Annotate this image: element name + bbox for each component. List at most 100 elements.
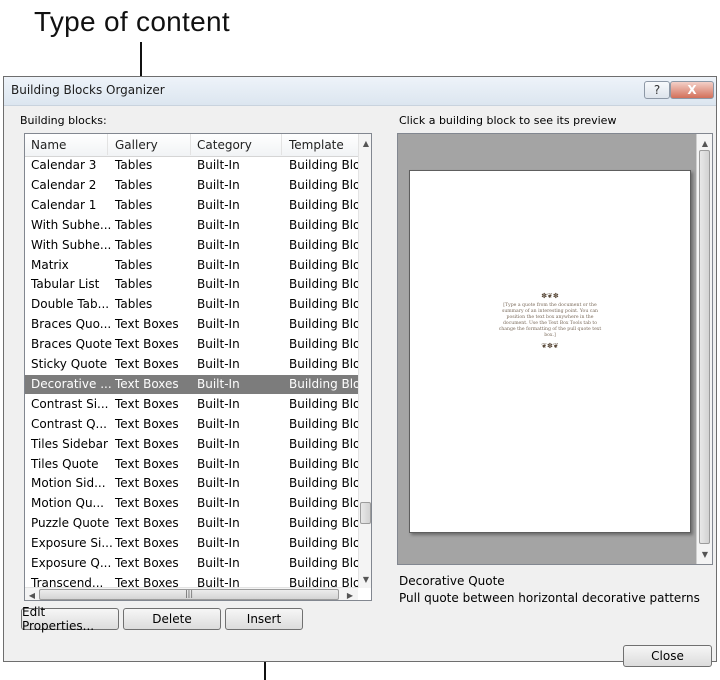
cell-gallery: Tables bbox=[115, 217, 153, 232]
table-row[interactable]: Tiles Sidebar Text Boxes Built-In Building … bbox=[25, 435, 371, 454]
cell-name: With Subhe... bbox=[31, 237, 112, 252]
cell-name: Double Tab... bbox=[31, 297, 110, 312]
cell-gallery: Text Boxes bbox=[115, 337, 179, 352]
cell-gallery: Text Boxes bbox=[115, 536, 179, 551]
cell-gallery: Tables bbox=[115, 277, 153, 292]
cell-name: Tiles Sidebar bbox=[31, 436, 108, 451]
cell-category: Built-In bbox=[197, 396, 240, 411]
cell-gallery: Tables bbox=[115, 237, 153, 252]
preview-scroll-up-icon[interactable]: ▲ bbox=[698, 136, 712, 150]
cell-gallery: Text Boxes bbox=[115, 456, 179, 471]
cell-gallery: Text Boxes bbox=[115, 516, 179, 531]
cell-category: Built-In bbox=[197, 177, 240, 192]
edit-properties-button[interactable]: Edit Properties... bbox=[21, 605, 119, 633]
insert-button[interactable]: Insert bbox=[225, 608, 303, 630]
column-header-gallery[interactable]: Gallery bbox=[115, 138, 158, 152]
list-vertical-scrollbar[interactable]: ▲ ▼ bbox=[358, 134, 371, 588]
table-row[interactable]: With Subhe... Tables Built-In Building Blo.… bbox=[25, 216, 371, 235]
table-row[interactable]: Contrast Si... Text Boxes Built-In Building… bbox=[25, 395, 371, 414]
table-row[interactable]: Tiles Quote Text Boxes Built-In Building Bl… bbox=[25, 455, 371, 474]
scroll-down-arrow-icon[interactable]: ▼ bbox=[359, 572, 371, 586]
column-header-category[interactable]: Category bbox=[197, 138, 252, 152]
cell-category: Built-In bbox=[197, 357, 240, 371]
cell-category: Built-In bbox=[197, 297, 240, 312]
preview-scroll-down-icon[interactable]: ▼ bbox=[698, 547, 712, 561]
cell-name: Contrast Q... bbox=[31, 416, 107, 431]
cell-gallery: Text Boxes bbox=[115, 317, 179, 332]
cell-gallery: Text Boxes bbox=[115, 357, 179, 371]
cell-name: Decorative ... bbox=[31, 376, 112, 391]
cell-category: Built-In bbox=[197, 217, 240, 232]
cell-category: Built-In bbox=[197, 456, 240, 471]
cell-name: Motion Sid... bbox=[31, 476, 106, 491]
table-row[interactable]: Decorative ... Text Boxes Built-In Building… bbox=[25, 374, 371, 394]
table-row[interactable]: Calendar 3 Tables Built-In Building Blo... bbox=[25, 156, 371, 175]
cell-category: Built-In bbox=[197, 416, 240, 431]
help-icon: ? bbox=[653, 83, 661, 97]
building-blocks-list[interactable]: Name Gallery Category Template Calendar … bbox=[24, 133, 372, 601]
column-divider[interactable] bbox=[281, 134, 282, 155]
table-row[interactable]: With Subhe... Tables Built-In Building Blo.… bbox=[25, 236, 371, 255]
cell-name: Calendar 1 bbox=[31, 197, 97, 212]
cell-category: Built-In bbox=[197, 516, 240, 531]
table-row[interactable]: Calendar 1 Tables Built-In Building Blo... bbox=[25, 196, 371, 215]
cell-gallery: Text Boxes bbox=[115, 416, 179, 431]
table-row[interactable]: Matrix Tables Built-In Building Blo... bbox=[25, 256, 371, 275]
quote-text: [Type a quote from the document or the s… bbox=[498, 303, 602, 338]
cell-category: Built-In bbox=[197, 237, 240, 252]
delete-button[interactable]: Delete bbox=[123, 608, 221, 630]
window-title: Building Blocks Organizer bbox=[11, 83, 165, 97]
scroll-left-arrow-icon[interactable]: ◀ bbox=[25, 588, 39, 600]
cell-name: Exposure Q... bbox=[31, 556, 112, 570]
cell-category: Built-In bbox=[197, 436, 240, 451]
callout-type-of-content: Type of content bbox=[34, 6, 230, 37]
column-divider[interactable] bbox=[107, 134, 108, 155]
close-icon: X bbox=[687, 83, 697, 97]
cell-category: Built-In bbox=[197, 257, 240, 272]
cell-category: Built-In bbox=[197, 476, 240, 491]
cell-category: Built-In bbox=[197, 277, 240, 292]
table-row[interactable]: Double Tab... Tables Built-In Building Blo.… bbox=[25, 295, 371, 314]
scroll-thumb[interactable] bbox=[360, 502, 371, 524]
cell-category: Built-In bbox=[197, 158, 240, 172]
decorative-pattern-bottom: ❦✽❦ bbox=[541, 342, 559, 350]
horizontal-scroll-thumb[interactable]: ||| bbox=[39, 589, 339, 600]
cell-name: With Subhe... bbox=[31, 217, 112, 232]
table-row[interactable]: Sticky Quote Text Boxes Built-In Building B… bbox=[25, 355, 371, 374]
table-row[interactable]: Puzzle Quote Text Boxes Built-In Building B… bbox=[25, 514, 371, 533]
cell-name: Braces Quo... bbox=[31, 317, 112, 332]
scroll-right-arrow-icon[interactable]: ▶ bbox=[343, 588, 357, 600]
selected-block-description: Pull quote between horizontal decorative… bbox=[399, 591, 700, 605]
table-row[interactable]: Motion Qu... Text Boxes Built-In Building B… bbox=[25, 494, 371, 513]
table-row[interactable]: Exposure Si... Text Boxes Built-In Building… bbox=[25, 534, 371, 553]
preview-label: Click a building block to see its previe… bbox=[399, 114, 617, 127]
table-row[interactable]: Braces Quote Text Boxes Built-In Building B… bbox=[25, 335, 371, 354]
cell-gallery: Tables bbox=[115, 197, 153, 212]
table-row[interactable]: Contrast Q... Text Boxes Built-In Building … bbox=[25, 415, 371, 434]
table-row[interactable]: Braces Quo... Text Boxes Built-In Building … bbox=[25, 315, 371, 334]
cell-gallery: Text Boxes bbox=[115, 396, 179, 411]
cell-category: Built-In bbox=[197, 337, 240, 352]
table-row[interactable]: Motion Sid... Text Boxes Built-In Building … bbox=[25, 474, 371, 493]
help-button[interactable]: ? bbox=[644, 81, 670, 99]
cell-name: Calendar 3 bbox=[31, 158, 97, 172]
building-blocks-label: Building blocks: bbox=[20, 114, 107, 127]
table-row[interactable]: Calendar 2 Tables Built-In Building Blo... bbox=[25, 176, 371, 195]
list-horizontal-scrollbar[interactable]: ◀ ||| ▶ bbox=[25, 587, 358, 600]
selected-block-name: Decorative Quote bbox=[399, 574, 505, 588]
column-divider[interactable] bbox=[190, 134, 191, 155]
close-button[interactable]: Close bbox=[623, 645, 712, 667]
window-close-button[interactable]: X bbox=[670, 81, 714, 99]
cell-category: Built-In bbox=[197, 556, 240, 570]
column-header-name[interactable]: Name bbox=[31, 138, 66, 152]
preview-scrollbar[interactable]: ▲ ▼ bbox=[696, 134, 712, 564]
preview-scroll-thumb[interactable] bbox=[699, 150, 710, 544]
cell-name: Tiles Quote bbox=[31, 456, 99, 471]
cell-gallery: Text Boxes bbox=[115, 556, 179, 570]
column-header-template[interactable]: Template bbox=[289, 138, 344, 152]
cell-category: Built-In bbox=[197, 317, 240, 332]
table-row[interactable]: Tabular List Tables Built-In Building Blo..… bbox=[25, 275, 371, 294]
table-row[interactable]: Exposure Q... Text Boxes Built-In Building … bbox=[25, 554, 371, 573]
cell-gallery: Text Boxes bbox=[115, 496, 179, 511]
scroll-up-arrow-icon[interactable]: ▲ bbox=[359, 136, 371, 150]
